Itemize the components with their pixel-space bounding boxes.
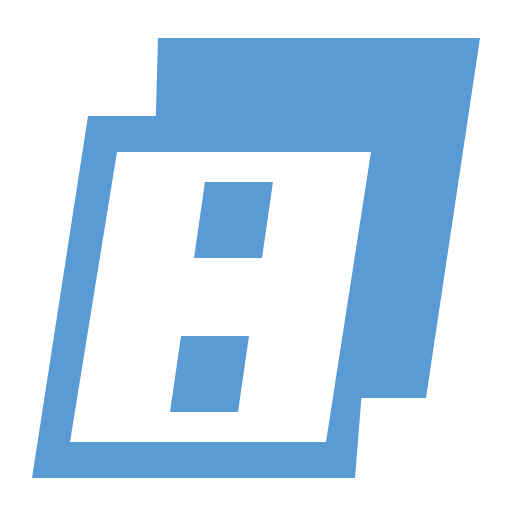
lower-block-shape bbox=[170, 336, 249, 412]
app-logo-svg bbox=[32, 38, 480, 478]
app-logo-icon bbox=[0, 0, 512, 512]
upper-block-shape bbox=[194, 182, 273, 258]
